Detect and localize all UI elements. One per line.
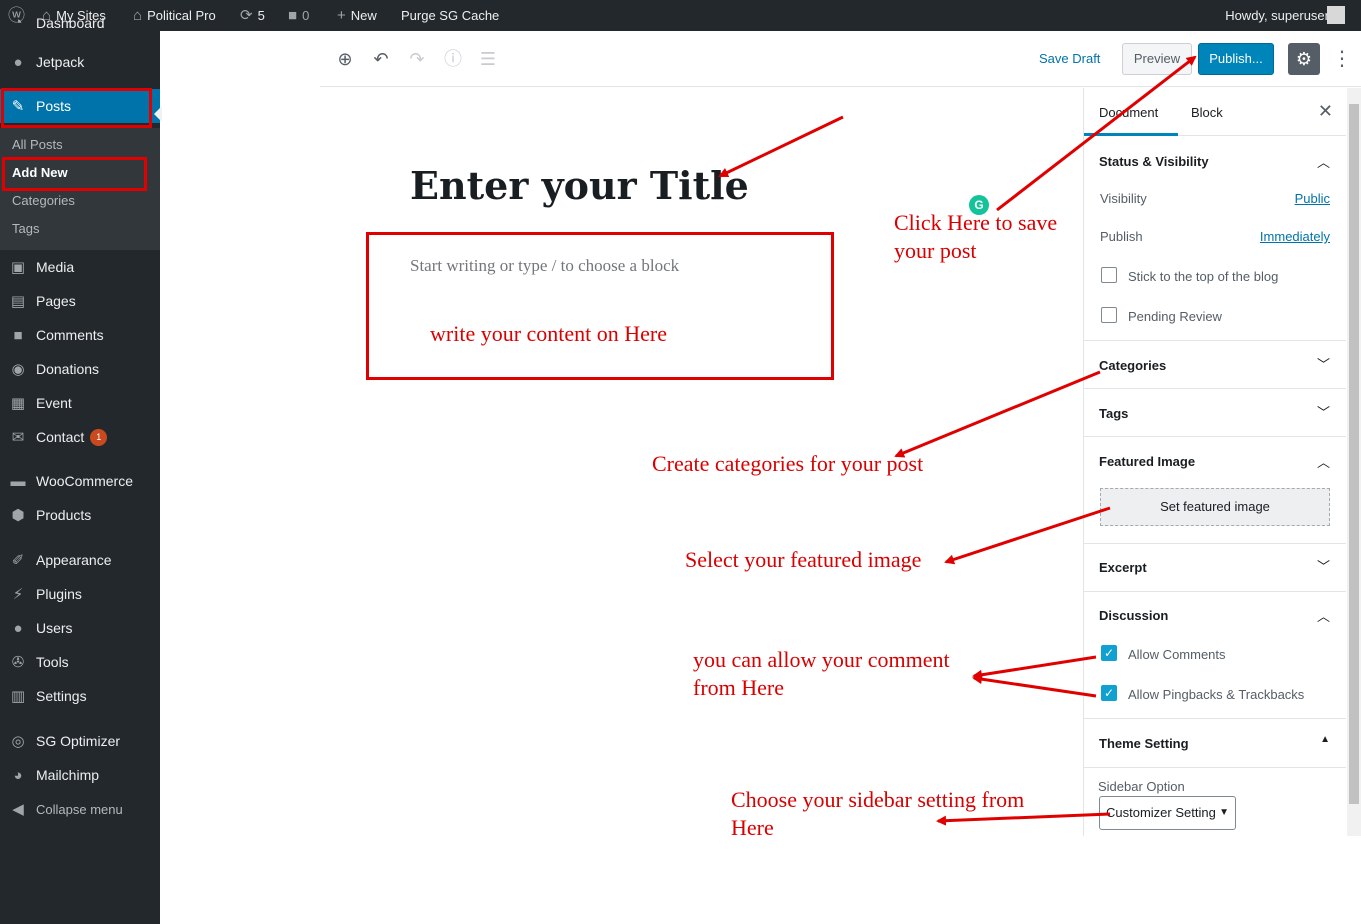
- categories-arrow: [894, 370, 1101, 458]
- publish-arrow: [996, 55, 1197, 212]
- sidebar-option-arrow: [936, 812, 1111, 826]
- comments-arrow: [972, 655, 1097, 680]
- featured-arrow: [944, 506, 1111, 565]
- pingbacks-arrow: [972, 674, 1097, 698]
- title-arrow: [718, 115, 844, 178]
- annotation-arrows: [718, 55, 1197, 826]
